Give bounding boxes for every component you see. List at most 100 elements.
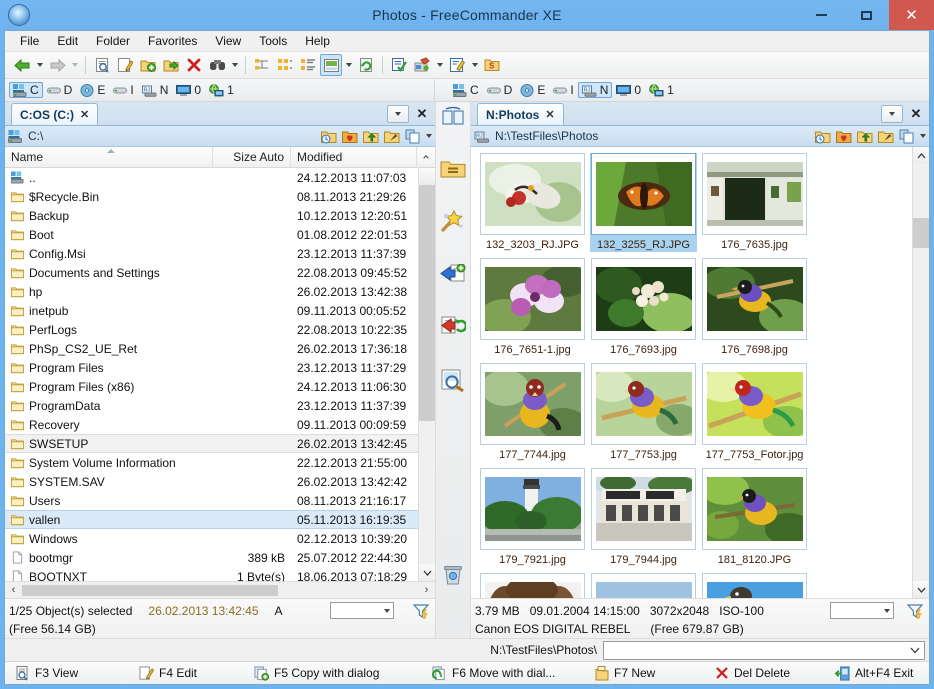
preview-magnifier-icon[interactable] — [440, 368, 466, 392]
drive-button-0-left[interactable]: 0 — [172, 82, 205, 98]
multi-rename-button[interactable] — [411, 54, 433, 76]
folder-equals-icon[interactable] — [440, 158, 466, 180]
folder-root-icon[interactable] — [384, 129, 400, 144]
close-button[interactable]: ✕ — [889, 0, 934, 30]
scroll-up-button[interactable] — [419, 168, 435, 185]
table-row[interactable]: $Recycle.Bin 08.11.2013 21:29:26 — [5, 187, 418, 206]
scroll-right-button[interactable]: › — [418, 582, 435, 599]
chevron-down-icon[interactable] — [384, 608, 390, 613]
left-filter-combo[interactable] — [330, 602, 394, 619]
table-row[interactable]: Backup 10.12.2013 12:20:51 — [5, 206, 418, 225]
heart-folder-icon[interactable] — [836, 129, 852, 144]
right-tab-list-button[interactable] — [881, 105, 903, 123]
thumbnail-item[interactable]: 177_7744.jpg — [479, 363, 586, 462]
drive-button-n-right[interactable]: RJ N — [577, 82, 613, 98]
function-key-f7-new[interactable]: F7 New — [585, 665, 705, 681]
properties-button[interactable] — [91, 54, 113, 76]
left-vertical-scrollbar[interactable] — [418, 168, 435, 581]
drive-button-d-right[interactable]: D — [483, 82, 517, 98]
folder-root-icon[interactable] — [878, 129, 894, 144]
minimize-button[interactable] — [799, 0, 844, 30]
new-folder-button[interactable] — [137, 54, 159, 76]
drive-button-e-right[interactable]: E — [516, 82, 549, 98]
thumbnail-item[interactable]: 179_7944.jpg — [590, 468, 697, 567]
thumbnail-item[interactable]: 177_7753_Fotor.jpg — [701, 363, 808, 462]
scroll-track[interactable] — [419, 421, 435, 564]
left-horizontal-scrollbar[interactable]: ‹ › — [5, 581, 435, 598]
table-row[interactable]: .. 24.12.2013 11:07:03 — [5, 168, 418, 187]
table-row[interactable]: SYSTEM.SAV 26.02.2013 13:42:42 — [5, 472, 418, 491]
drive-button-1-left[interactable]: 1 — [205, 82, 238, 98]
recycle-bin-icon[interactable] — [442, 564, 464, 586]
move-arrow-right-icon[interactable] — [440, 316, 466, 338]
view-dropdown[interactable] — [343, 54, 354, 76]
thumbnail-item[interactable]: 176_7698.jpg — [701, 258, 808, 357]
view-thumbnails-button[interactable] — [274, 54, 296, 76]
table-row[interactable]: Program Files (x86) 24.12.2013 11:06:30 — [5, 377, 418, 396]
function-key-f6-move[interactable]: F6 Move with dial... — [422, 665, 585, 681]
table-row[interactable]: Config.Msi 23.12.2013 11:37:39 — [5, 244, 418, 263]
chevron-down-icon[interactable] — [920, 134, 926, 138]
back-dropdown[interactable] — [34, 54, 45, 76]
left-tab-close-button[interactable]: ✕ — [413, 105, 431, 123]
copy-arrow-left-icon[interactable] — [440, 264, 466, 286]
drive-button-i-left[interactable]: I — [109, 82, 137, 98]
scroll-thumb[interactable] — [419, 185, 435, 421]
drive-button-d-left[interactable]: D — [43, 82, 77, 98]
folder-clock-icon[interactable] — [321, 129, 337, 144]
drive-button-n-left[interactable]: RJ N — [138, 82, 173, 98]
column-header-modified[interactable]: Modified — [291, 146, 417, 168]
chevron-down-icon[interactable] — [884, 608, 890, 613]
scroll-track[interactable] — [913, 248, 929, 581]
filter-icon[interactable] — [907, 603, 925, 619]
filter-icon[interactable] — [413, 603, 431, 619]
table-row[interactable]: Recovery 09.11.2013 00:09:59 — [5, 415, 418, 434]
multi-rename-dropdown[interactable] — [434, 54, 445, 76]
scroll-down-button[interactable] — [913, 581, 929, 598]
left-tab-list-button[interactable] — [387, 105, 409, 123]
drive-button-i-right[interactable]: I — [549, 82, 577, 98]
scroll-down-button[interactable] — [419, 564, 435, 581]
scroll-thumb[interactable] — [22, 584, 278, 596]
table-row[interactable]: Users 08.11.2013 21:16:17 — [5, 491, 418, 510]
thumbnail-item[interactable]: 181_8120.JPG — [701, 468, 808, 567]
chevron-down-icon[interactable] — [426, 134, 432, 138]
delete-button[interactable] — [183, 54, 205, 76]
heart-folder-icon[interactable] — [342, 129, 358, 144]
scroll-thumb[interactable] — [913, 218, 929, 248]
folder-clock-icon[interactable] — [815, 129, 831, 144]
compare-panels-icon[interactable] — [441, 106, 465, 128]
table-row[interactable]: BOOTNXT 1 Byte(s) 18.06.2013 07:18:29 — [5, 567, 418, 581]
thumbnail-item[interactable]: 177_7753.jpg — [590, 363, 697, 462]
drive-button-c-right[interactable]: C — [449, 82, 483, 98]
function-key-del-delete[interactable]: Del Delete — [705, 666, 825, 680]
column-header-size[interactable]: Size Auto — [213, 146, 291, 168]
thumbnail-item[interactable]: 176_7635.jpg — [701, 153, 808, 252]
search-button[interactable] — [206, 54, 228, 76]
command-line-input[interactable] — [603, 640, 925, 660]
right-thumbnail-view[interactable]: 132_3203_RJ.JPG 132_3255_RJ.JPG 176_7635.j… — [471, 147, 929, 598]
table-row[interactable]: SWSETUP 26.02.2013 13:42:45 — [5, 434, 418, 453]
view-tree-button[interactable] — [251, 54, 273, 76]
drive-button-1-right[interactable]: 1 — [645, 82, 678, 98]
copy-path-icon[interactable] — [405, 129, 421, 144]
thumbnail-item[interactable] — [701, 573, 808, 598]
tab-close-icon[interactable]: ✕ — [545, 108, 554, 121]
function-key-f5-copy[interactable]: F5 Copy with dialog — [244, 665, 422, 681]
refresh-button[interactable] — [355, 54, 377, 76]
right-filter-combo[interactable] — [830, 602, 894, 619]
table-row[interactable]: bootmgr 389 kB 25.07.2012 22:44:30 — [5, 548, 418, 567]
editor-button[interactable] — [446, 54, 468, 76]
menu-item-edit[interactable]: Edit — [48, 32, 87, 50]
magic-star-icon[interactable] — [440, 210, 466, 234]
menu-item-help[interactable]: Help — [296, 32, 339, 50]
left-tab-cos[interactable]: C:OS (C:) ✕ — [11, 103, 99, 125]
table-row[interactable]: inetpub 09.11.2013 00:05:52 — [5, 301, 418, 320]
editor-dropdown[interactable] — [469, 54, 480, 76]
function-key-altf4-exit[interactable]: Alt+F4 Exit — [825, 665, 929, 681]
function-key-f3-view[interactable]: F3 View — [5, 665, 129, 681]
scroll-up-button[interactable] — [913, 147, 929, 164]
maximize-button[interactable] — [844, 0, 889, 30]
thumbnail-item[interactable] — [479, 573, 586, 598]
folder-up-icon[interactable] — [857, 129, 873, 144]
